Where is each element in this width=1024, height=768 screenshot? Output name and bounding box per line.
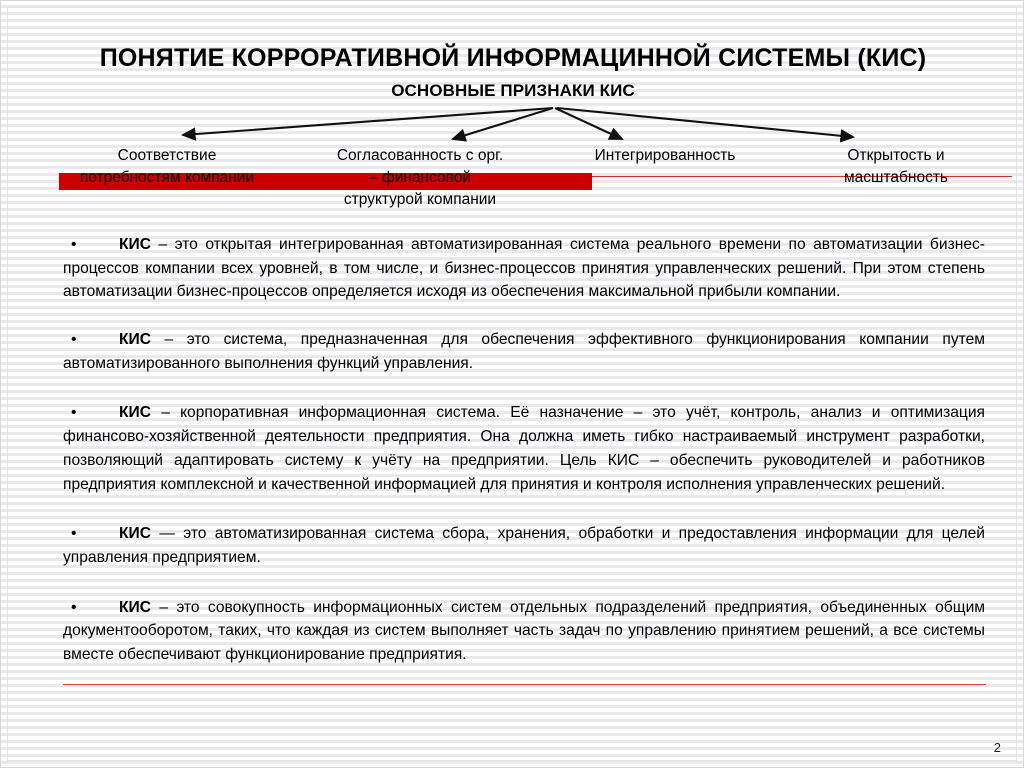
body-content: • КИС – это открытая интегрированная авто… [63,233,985,667]
term-label-5: КИС [119,598,151,616]
diagram-branch-label-1: Соответствие потребностям компании [79,147,255,186]
definition-paragraph-4: • КИС — это автоматизированная система сб… [63,522,985,569]
page-number: 2 [993,740,1001,755]
presentation-slide: ПОНЯТИЕ КОРРОРАТИВНОЙ ИНФОРМАЦИННОЙ СИСТ… [0,0,1024,768]
diagram-branch-label-3: Интегрированность [594,147,736,164]
diagram-branch-label-4: Открытость и масштабность [844,147,948,186]
term-label-3: КИС [119,404,151,422]
definition-text-2: – это система, предназначенная для обесп… [63,331,985,372]
red-rule-lower [63,684,986,685]
definition-paragraph-3: • КИС – корпоративная информационная сист… [63,401,985,496]
arrow-to-branch-4 [556,106,856,143]
diagram-root-label: ОСНОВНЫЕ ПРИЗНАКИ КИС [391,81,635,100]
definition-paragraph-1: • КИС – это открытая интегрированная авто… [63,233,985,304]
diagram-branch-label-2: Согласованность с орг. – финансовой стру… [336,147,504,208]
bullet-marker-5: • [71,598,77,616]
term-label-2: КИС [119,331,151,349]
definition-text-1: – это открытая интегрированная автоматиз… [63,236,985,301]
term-label-1: КИС [119,236,151,253]
arrow-to-branch-2 [450,106,554,142]
bullet-marker-2: • [71,331,77,349]
definition-text-5: – это совокупность информационных систем… [63,598,985,663]
arrow-to-branch-3 [554,107,624,140]
bullet-marker-4: • [71,525,77,543]
definition-text-3: – корпоративная информационная система. … [63,404,985,493]
arrow-to-branch-1 [180,106,554,141]
definition-paragraph-2: • КИС – это система, предназначенная для … [63,328,985,375]
definition-paragraph-5: • КИС – это совокупность информационных с… [63,596,985,667]
bullet-marker-1: • [71,236,77,253]
term-label-4: КИС [119,525,151,543]
bullet-marker-3: • [71,404,77,422]
page-title: ПОНЯТИЕ КОРРОРАТИВНОЙ ИНФОРМАЦИННОЙ СИСТ… [99,44,927,72]
definition-text-4: — это автоматизированная система сбора, … [63,525,985,566]
